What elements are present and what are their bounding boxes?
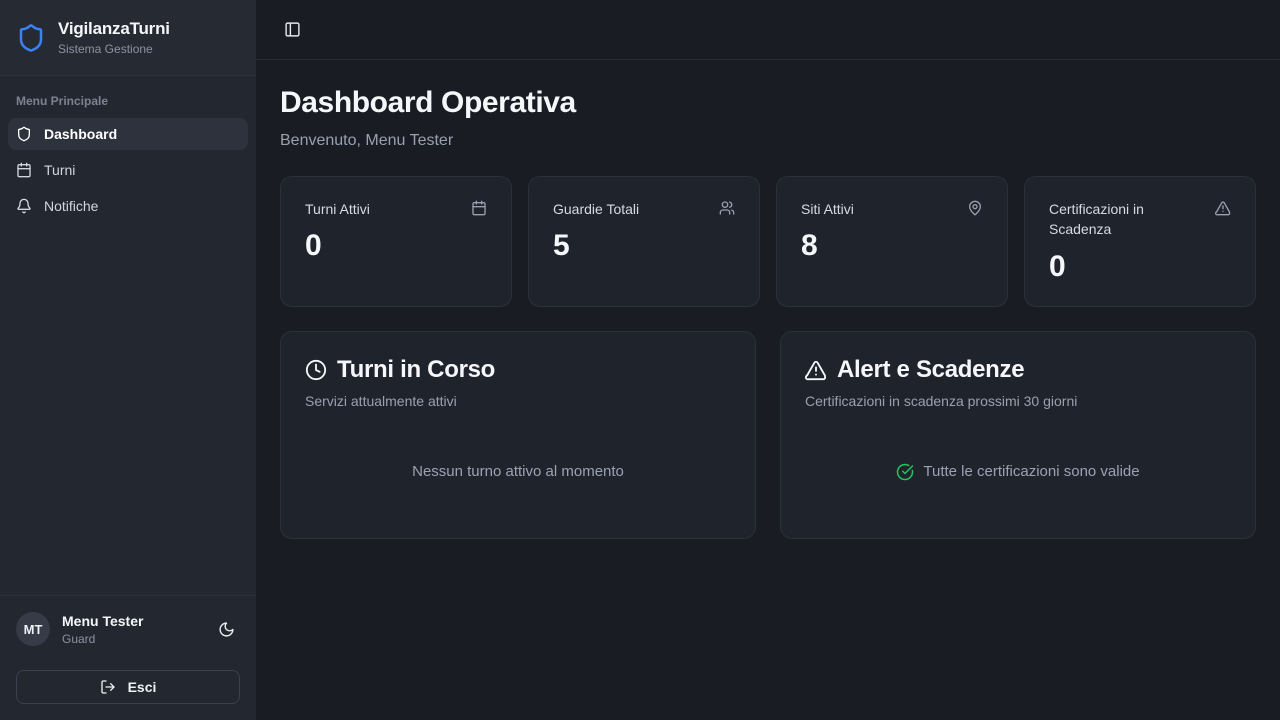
log-out-icon [100,679,116,695]
stat-card-siti-attivi: Siti Attivi 8 [776,176,1008,307]
sidebar-toggle-button[interactable] [278,16,306,44]
bell-icon [16,198,32,214]
calendar-icon [471,200,487,216]
sidebar-item-label: Dashboard [44,126,117,142]
panel-subtitle: Certificazioni in scadenza prossimi 30 g… [805,393,1231,409]
empty-state-text: Tutte le certificazioni sono valide [923,463,1139,480]
theme-toggle-button[interactable] [212,615,240,643]
user-role: Guard [62,632,143,646]
sidebar-item-label: Notifiche [44,198,98,214]
stat-label: Certificazioni in Scadenza [1049,199,1205,240]
panel-subtitle: Servizi attualmente attivi [305,393,731,409]
stat-value: 5 [553,229,735,263]
sidebar-item-turni[interactable]: Turni [8,154,248,186]
page-content: Dashboard Operativa Benvenuto, Menu Test… [256,60,1280,565]
shield-logo-icon [16,23,46,53]
user-info: MT Menu Tester Guard [16,612,240,646]
app-title: VigilanzaTurni [58,19,170,39]
panels-grid: Turni in Corso Servizi attualmente attiv… [280,331,1256,539]
avatar: MT [16,612,50,646]
sidebar-section-label: Menu Principale [16,94,240,108]
sidebar: VigilanzaTurni Sistema Gestione Menu Pri… [0,0,256,720]
empty-state-text: Nessun turno attivo al momento [412,463,624,480]
stat-label: Guardie Totali [553,199,639,219]
map-pin-icon [967,200,983,216]
panel-title: Turni in Corso [337,356,495,384]
stat-card-guardie-totali: Guardie Totali 5 [528,176,760,307]
app-brand: VigilanzaTurni Sistema Gestione [0,0,256,76]
certifications-valid-message: Tutte le certificazioni sono valide [805,463,1231,481]
stat-value: 0 [1049,250,1231,284]
stat-card-certificazioni: Certificazioni in Scadenza 0 [1024,176,1256,307]
user-name: Menu Tester [62,613,143,629]
users-icon [719,200,735,216]
stats-grid: Turni Attivi 0 Guardie Totali 5 [280,176,1256,307]
app-tagline: Sistema Gestione [58,42,170,56]
moon-icon [218,621,235,638]
sidebar-item-label: Turni [44,162,75,178]
stat-card-turni-attivi: Turni Attivi 0 [280,176,512,307]
page-title: Dashboard Operativa [280,86,1256,120]
calendar-icon [16,162,32,178]
panel-left-icon [284,21,301,38]
panel-alert-scadenze: Alert e Scadenze Certificazioni in scade… [780,331,1256,539]
clock-icon [305,359,327,381]
alert-triangle-icon [1215,200,1231,216]
circle-check-icon [896,463,914,481]
topbar [256,0,1280,60]
sidebar-item-notifiche[interactable]: Notifiche [8,190,248,222]
main-area: Dashboard Operativa Benvenuto, Menu Test… [256,0,1280,720]
sidebar-item-dashboard[interactable]: Dashboard [8,118,248,150]
stat-label: Turni Attivi [305,199,370,219]
stat-value: 8 [801,229,983,263]
logout-label: Esci [128,679,157,695]
panel-title: Alert e Scadenze [837,356,1024,384]
panel-turni-in-corso: Turni in Corso Servizi attualmente attiv… [280,331,756,539]
sidebar-footer: MT Menu Tester Guard Esci [0,595,256,720]
empty-state-message: Nessun turno attivo al momento [305,463,731,480]
page-subtitle: Benvenuto, Menu Tester [280,132,1256,150]
alert-triangle-icon [805,359,827,381]
stat-value: 0 [305,229,487,263]
stat-label: Siti Attivi [801,199,854,219]
shield-icon [16,126,32,142]
sidebar-nav: Dashboard Turni Notifiche [0,118,256,222]
logout-button[interactable]: Esci [16,670,240,704]
